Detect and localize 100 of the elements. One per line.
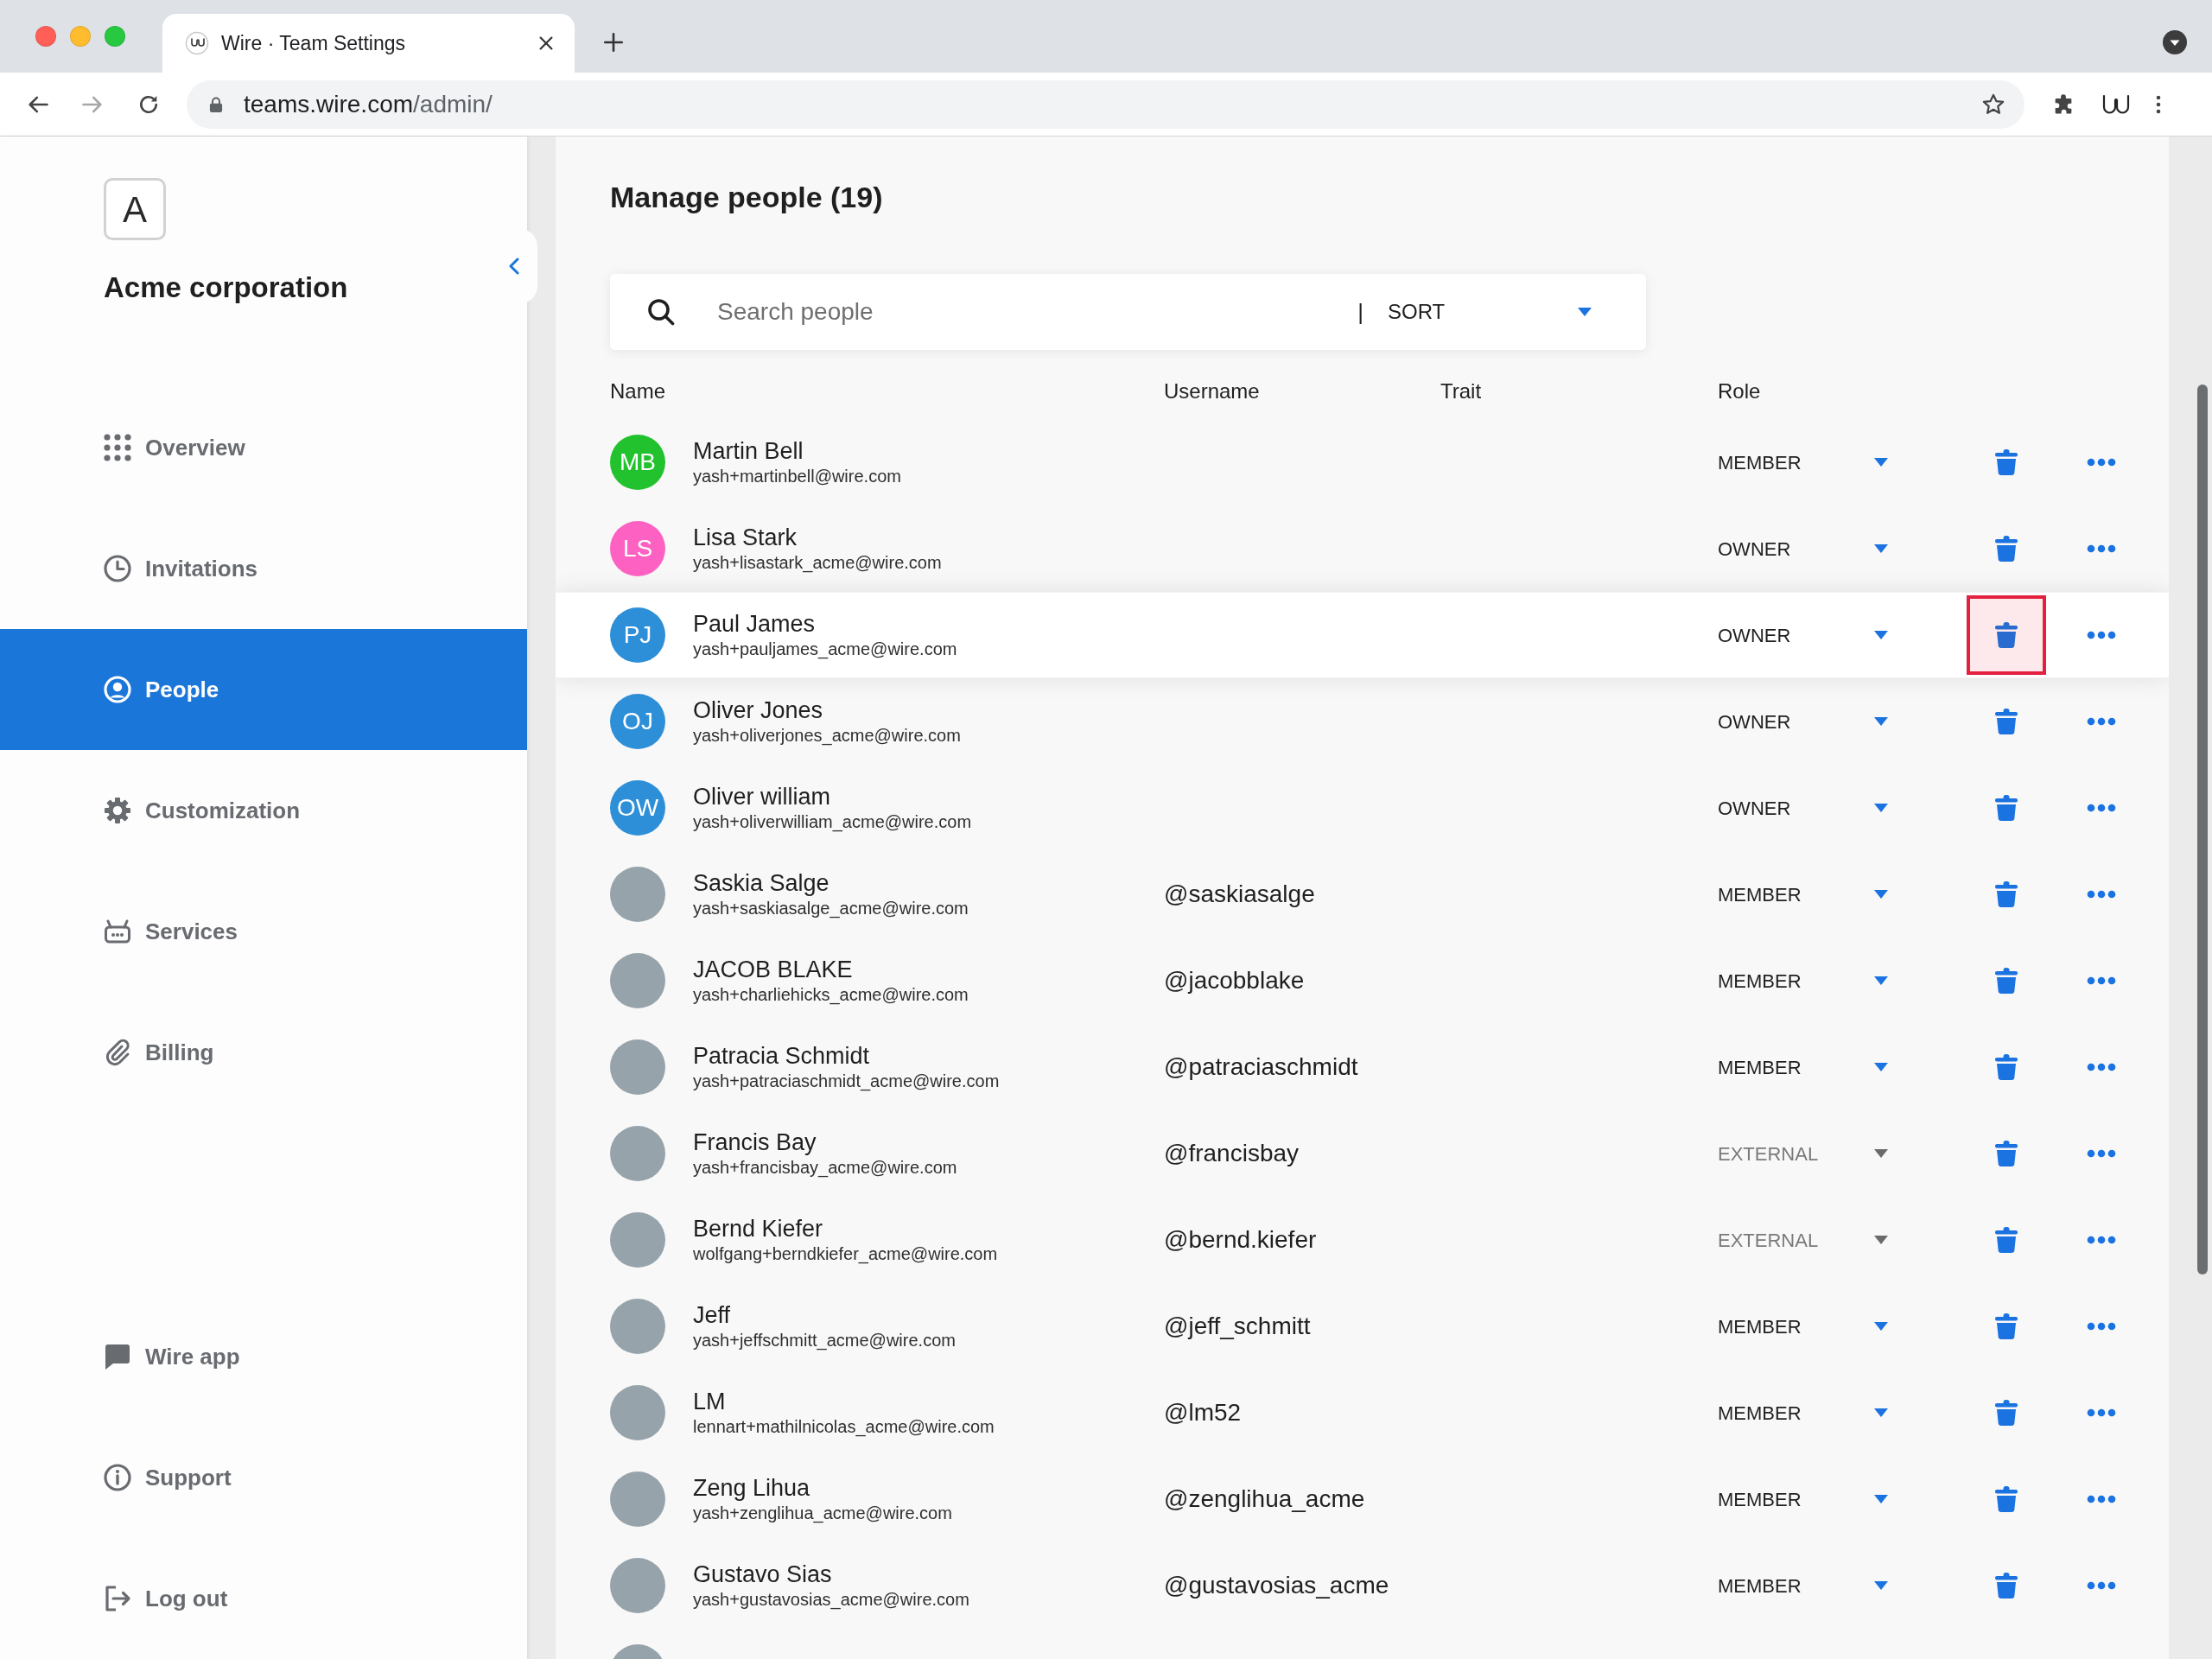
lock-icon [209, 95, 223, 113]
chat-bubble-icon [104, 1343, 131, 1370]
nav-item[interactable]: Billing [0, 992, 527, 1113]
person-name: Saskia Salge [693, 869, 830, 897]
search-field[interactable]: Search people | SORT [610, 274, 1646, 350]
tab-list-dropdown-icon[interactable] [2163, 30, 2187, 54]
caret-icon [1874, 890, 1888, 899]
table-row[interactable]: PJ Paul James yash+pauljames_acme@wire.com OWNER [556, 592, 2169, 678]
trash-icon [1994, 448, 2018, 476]
role-dropdown[interactable]: MEMBER [1718, 1052, 1888, 1082]
caret-icon [1874, 544, 1888, 553]
person-email: yash+gustavosias_acme@wire.com [693, 1589, 969, 1611]
sort-dropdown[interactable]: SORT [1388, 296, 1592, 327]
more-dots-icon [2087, 1063, 2116, 1071]
username: @zenglihua_acme [1164, 1484, 1365, 1514]
username: @bernd.kiefer [1164, 1225, 1317, 1255]
address-field[interactable]: teams.wire.com/admin/ [187, 79, 2024, 129]
role-dropdown[interactable]: OWNER [1718, 793, 1888, 823]
person-name: Francis Bay [693, 1128, 817, 1156]
grid-icon [104, 434, 131, 461]
role-dropdown[interactable]: MEMBER [1718, 1312, 1888, 1341]
more-dots-icon [2087, 544, 2116, 553]
page-title: Manage people (19) [610, 180, 883, 214]
trash-icon [1994, 1140, 2018, 1167]
window-close-icon[interactable] [35, 26, 56, 47]
avatar: LS [610, 521, 665, 576]
username: @francisbay [1164, 1139, 1300, 1168]
browser-tab[interactable]: Wire · Team Settings [162, 14, 575, 73]
username: @lm52 [1164, 1398, 1242, 1427]
column-header[interactable]: Username [1164, 379, 1260, 403]
person-name: Paul James [693, 610, 816, 638]
robot-icon [104, 918, 131, 945]
person-name: Patracia Schmidt [693, 1042, 870, 1070]
role-dropdown[interactable]: MEMBER [1718, 880, 1888, 909]
caret-icon [1874, 804, 1888, 812]
new-tab-plus-icon[interactable] [602, 31, 625, 54]
person-email: yash+charliehicks_acme@wire.com [693, 984, 969, 1006]
settings-icon [104, 797, 131, 824]
nav-item[interactable]: Log out [0, 1538, 527, 1659]
avatar: OJ [610, 694, 665, 749]
person-name: Martin Bell [693, 437, 804, 465]
column-header[interactable]: Trait [1440, 379, 1482, 403]
search-icon [647, 298, 675, 326]
separator: | [1357, 297, 1363, 327]
more-dots-icon [2087, 976, 2116, 985]
username: @jeff_schmitt [1164, 1312, 1311, 1341]
role-dropdown[interactable]: MEMBER [1718, 448, 1888, 477]
caret-icon [1874, 1322, 1888, 1331]
nav-item[interactable]: Wire app [0, 1296, 527, 1417]
person-name: LM [693, 1388, 726, 1415]
person-name: Bernd Kiefer [693, 1215, 823, 1243]
trash-icon [1994, 1226, 2018, 1254]
role-dropdown[interactable]: MEMBER [1718, 1571, 1888, 1600]
avatar: PJ [610, 607, 665, 663]
column-header[interactable]: Role [1718, 379, 1761, 403]
menu-icon[interactable] [2156, 93, 2161, 115]
favicon-logo-icon [185, 31, 209, 55]
role-dropdown[interactable]: MEMBER [1718, 1484, 1888, 1514]
person-email: yash+jeffschmitt_acme@wire.com [693, 1330, 956, 1351]
role-dropdown[interactable]: OWNER [1718, 534, 1888, 563]
more-dots-icon [2087, 1236, 2116, 1244]
nav-item[interactable]: Invitations [0, 508, 527, 629]
more-dots-icon [2087, 717, 2116, 726]
role-dropdown[interactable]: OWNER [1718, 620, 1888, 650]
avatar: OW [610, 780, 665, 836]
role-dropdown[interactable]: OWNER [1718, 707, 1888, 736]
caret-icon [1874, 1063, 1888, 1071]
caret-icon [1874, 1236, 1888, 1244]
person-email: yash+martinbell@wire.com [693, 466, 901, 487]
role-dropdown[interactable]: MEMBER [1718, 966, 1888, 995]
caret-icon [1874, 717, 1888, 726]
person-name: JACOB BLAKE [693, 956, 853, 983]
column-header[interactable]: Name [610, 379, 666, 403]
person-name: Gustavo Sias [693, 1560, 832, 1588]
role-dropdown[interactable]: MEMBER [1718, 1398, 1888, 1427]
nav-item[interactable]: Customization [0, 750, 527, 871]
nav-item[interactable]: Overview [0, 387, 527, 508]
team-logo: A [104, 178, 166, 240]
nav-item[interactable]: Support [0, 1417, 527, 1538]
scrollbar[interactable] [2197, 385, 2208, 1274]
trash-icon [1994, 708, 2018, 735]
trash-icon [1994, 880, 2018, 908]
more-dots-icon [2087, 1495, 2116, 1503]
more-dots-icon [2087, 1408, 2116, 1417]
more-dots-icon [2087, 804, 2116, 812]
close-icon[interactable] [537, 34, 556, 53]
more-dots-icon [2087, 1149, 2116, 1158]
trash-icon [1994, 1399, 2018, 1427]
bookmark-star-icon[interactable] [1981, 92, 2005, 117]
person-name: Lisa Stark [693, 524, 798, 551]
person-email: yash+pauljames_acme@wire.com [693, 639, 957, 660]
delete-button[interactable] [1967, 595, 2046, 675]
extension-logo-icon[interactable] [2101, 93, 2131, 115]
person-name: Jeff [693, 1301, 731, 1329]
nav-item[interactable]: People [0, 629, 527, 750]
more-dots-icon [2087, 890, 2116, 899]
trash-icon [1994, 621, 2018, 649]
person-email: yash+oliverjones_acme@wire.com [693, 725, 961, 747]
nav-item[interactable]: Services [0, 871, 527, 992]
username: @jacobblake [1164, 966, 1305, 995]
